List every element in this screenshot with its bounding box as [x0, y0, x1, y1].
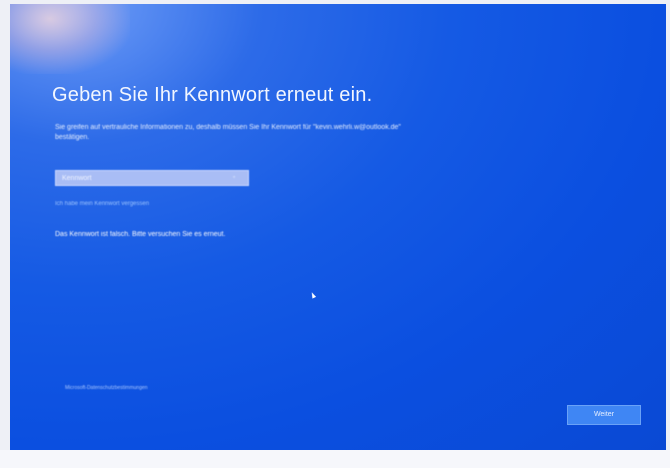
privacy-link[interactable]: Microsoft-Datenschutzbestimmungen [65, 385, 148, 391]
forgot-password-link[interactable]: Ich habe mein Kennwort vergessen [55, 201, 149, 207]
mouse-cursor-icon [309, 291, 317, 299]
setup-screen: Geben Sie Ihr Kennwort erneut ein. Sie g… [10, 4, 666, 450]
page-title: Geben Sie Ihr Kennwort erneut ein. [52, 84, 373, 106]
description-text: Sie greifen auf vertrauliche Information… [55, 124, 401, 141]
error-message: Das Kennwort ist falsch. Bitte versuchen… [55, 231, 226, 238]
next-button[interactable]: Weiter [567, 405, 641, 425]
password-input[interactable] [62, 171, 222, 185]
eye-icon[interactable]: ◦ [230, 174, 238, 182]
monitor-bezel [0, 450, 670, 468]
screen-glare [10, 4, 130, 74]
photo-frame: Geben Sie Ihr Kennwort erneut ein. Sie g… [0, 0, 670, 468]
password-field[interactable]: ◦ [55, 170, 249, 186]
